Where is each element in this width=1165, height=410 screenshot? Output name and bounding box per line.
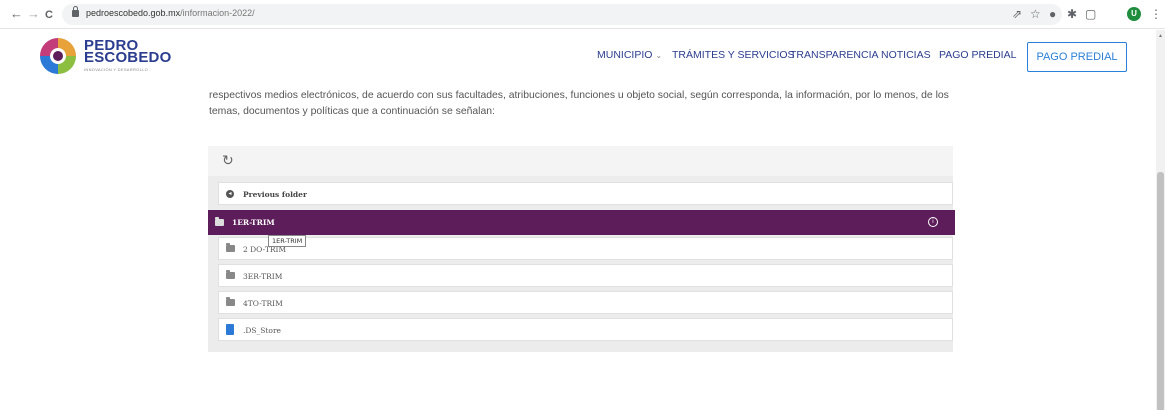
pago-predial-button[interactable]: PAGO PREDIAL [1027,42,1127,72]
refresh-icon[interactable]: ↻ [222,153,234,167]
lock-icon [72,6,79,17]
previous-folder-label: Previous folder [243,190,307,199]
menu-pago-predial[interactable]: PAGO PREDIAL [939,49,1016,61]
folder-row-4to-trim[interactable]: 4TO-TRIM [218,291,953,314]
folder-row-1er-trim[interactable]: 1ER-TRIM i [208,210,955,235]
file-label: .DS_Store [243,326,281,335]
scrollbar-thumb[interactable] [1157,172,1164,410]
folder-icon [226,297,235,306]
logo-icon[interactable] [36,34,80,78]
folder-label: 3ER-TRIM [243,272,283,281]
logo-subtitle: INNOVACIÓN Y DESARROLLO [84,67,149,72]
folder-icon [226,270,235,279]
sidepanel-icon[interactable]: ▢ [1085,6,1096,22]
share-icon[interactable]: ⇗ [1012,6,1022,22]
previous-folder-row[interactable]: ◂ Previous folder [218,182,953,205]
folder-label: 1ER-TRIM [232,218,275,227]
url-text: pedroescobedo.gob.mx/informacion-2022/ [86,8,255,18]
folder-row-2do-trim[interactable]: 2 DO-TRIM [218,237,953,260]
folder-row-3er-trim[interactable]: 3ER-TRIM [218,264,953,287]
info-icon[interactable]: i [928,217,938,227]
file-icon [226,324,234,335]
star-icon[interactable]: ☆ [1030,6,1041,22]
menu-municipio[interactable]: MUNICIPIO ⌄ [597,49,662,61]
address-bar[interactable]: pedroescobedo.gob.mx/informacion-2022/ [62,4,1062,25]
page-scrollbar[interactable]: ▲ [1156,30,1165,410]
folder-label: 4TO-TRIM [243,299,283,308]
menu-kebab-icon[interactable]: ⋮ [1150,6,1162,22]
extension-icon[interactable]: ● [1049,6,1056,22]
forward-button[interactable]: → [27,7,40,21]
browser-toolbar: ← → C pedroescobedo.gob.mx/informacion-2… [0,0,1165,29]
reload-button[interactable]: C [45,8,53,22]
file-browser-toolbar: ↻ [208,146,953,176]
folder-icon [215,217,224,226]
chevron-down-icon: ⌄ [655,51,663,60]
tooltip: 1ER-TRIM [268,235,307,247]
intro-paragraph: respectivos medios electrónicos, de acue… [209,90,949,117]
url-domain: pedroescobedo.gob.mx [86,8,181,18]
menu-tramites[interactable]: TRÁMITES Y SERVICIOS [672,49,795,61]
menu-municipio-label: MUNICIPIO [597,49,653,61]
back-arrow-icon: ◂ [226,190,234,198]
back-button[interactable]: ← [10,7,23,21]
folder-icon [226,243,235,252]
file-browser: ↻ ◂ Previous folder 1ER-TRIM i 2 DO-TRIM… [208,146,955,352]
logo-line2: ESCOBEDO [84,49,172,66]
logo-text[interactable]: PEDRO ESCOBEDO [84,38,172,66]
file-row-ds-store[interactable]: .DS_Store [218,318,953,341]
menu-transparencia[interactable]: TRANSPARENCIA [790,49,879,61]
site-header: PEDRO ESCOBEDO INNOVACIÓN Y DESARROLLO M… [0,30,1156,82]
profile-avatar[interactable]: U [1127,7,1141,21]
url-path: /informacion-2022/ [180,8,255,18]
puzzle-icon[interactable]: ✱ [1067,6,1077,22]
scroll-up-icon[interactable]: ▲ [1158,33,1163,39]
menu-noticias[interactable]: NOTICIAS [881,49,931,61]
